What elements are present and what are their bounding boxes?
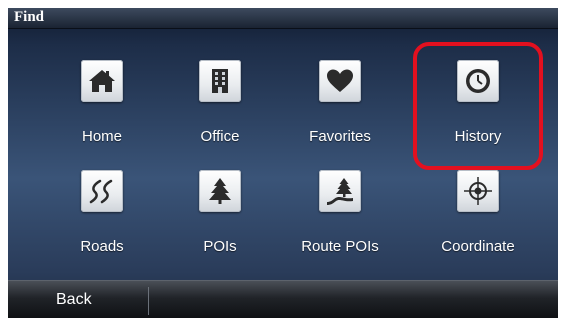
screen-title: Find — [14, 9, 45, 25]
home-label: Home — [81, 128, 122, 145]
find-screen: Find Home Office Favorites History Roads… — [8, 8, 558, 318]
office-button[interactable]: Office — [164, 60, 276, 160]
tree-icon — [199, 170, 241, 212]
title-bar: Find — [8, 8, 558, 29]
roads-label: Roads — [80, 238, 124, 255]
bottom-bar-divider — [148, 287, 149, 315]
home-icon — [81, 60, 123, 102]
route-tree-icon — [319, 170, 361, 212]
home-button[interactable]: Home — [46, 60, 158, 160]
pois-button[interactable]: POIs — [164, 170, 276, 270]
office-label: Office — [200, 128, 240, 145]
route-pois-label: Route POIs — [301, 238, 379, 255]
history-highlight-box — [413, 42, 543, 170]
back-label: Back — [56, 291, 92, 308]
heart-icon — [319, 60, 361, 102]
pois-label: POIs — [203, 238, 237, 255]
back-button[interactable]: Back — [8, 281, 146, 318]
crosshair-icon — [457, 170, 499, 212]
favorites-label: Favorites — [309, 128, 371, 145]
favorites-button[interactable]: Favorites — [284, 60, 396, 160]
bottom-bar: Back — [8, 280, 558, 318]
coordinate-button[interactable]: Coordinate — [422, 170, 534, 270]
office-building-icon — [199, 60, 241, 102]
coordinate-label: Coordinate — [441, 238, 515, 255]
road-icon — [81, 170, 123, 212]
route-pois-button[interactable]: Route POIs — [284, 170, 396, 270]
roads-button[interactable]: Roads — [46, 170, 158, 270]
